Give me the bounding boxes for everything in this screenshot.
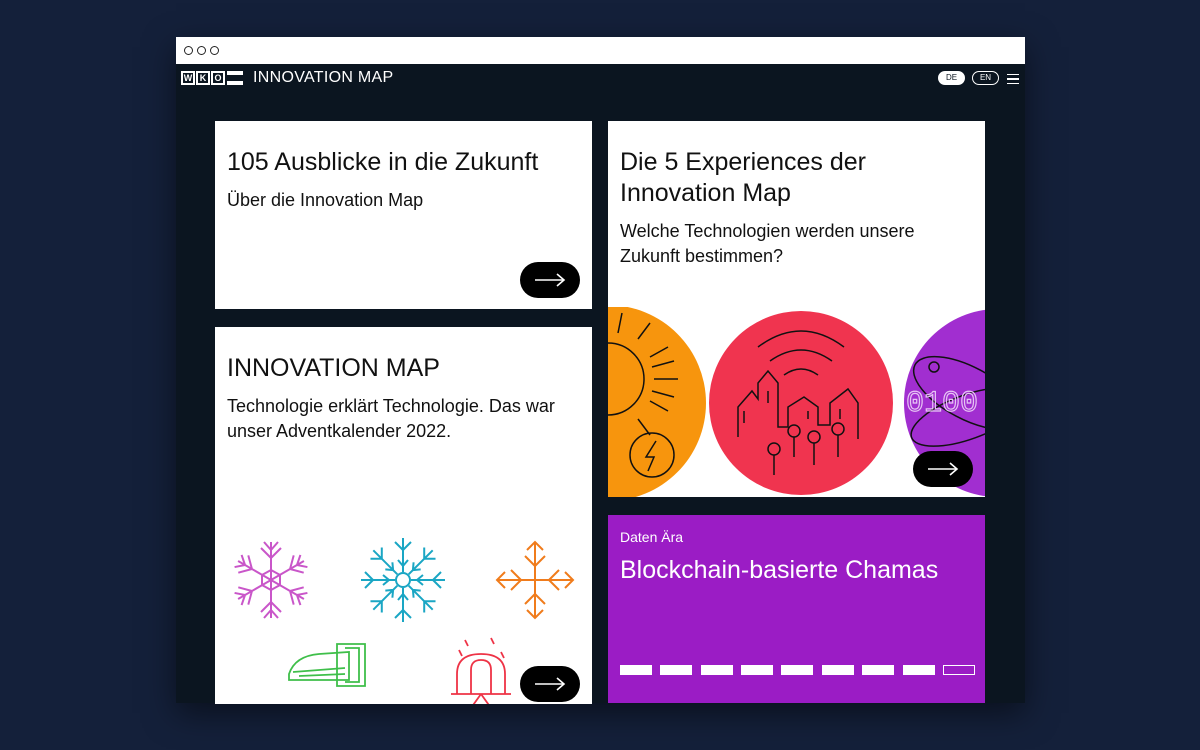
experiences-title: Die 5 Experiences der Innovation Map — [620, 148, 866, 207]
window-dot-icon[interactable] — [184, 46, 193, 55]
browser-window: W K O INNOVATION MAP DE EN 105 Ausblicke… — [176, 37, 1025, 704]
binary-text: 0100 — [906, 387, 978, 421]
slide-indicator[interactable] — [660, 665, 692, 675]
advent-arrow-button[interactable] — [520, 666, 580, 702]
lang-en-button[interactable]: EN — [972, 71, 999, 85]
experiences-card[interactable]: Die 5 Experiences der Innovation Map Wel… — [608, 121, 985, 497]
observatory-icon — [451, 637, 511, 704]
about-text: Über die Innovation Map — [227, 190, 424, 210]
site-title[interactable]: INNOVATION MAP — [253, 69, 394, 87]
menu-icon[interactable] — [1007, 74, 1019, 84]
arrow-right-icon — [535, 273, 566, 287]
slide-indicator[interactable] — [701, 665, 733, 675]
snowflake-icon — [496, 540, 574, 619]
browser-titlebar — [176, 37, 1025, 64]
logo-bars — [227, 71, 243, 85]
slide-indicator[interactable] — [822, 665, 854, 675]
logo-letter: K — [196, 71, 210, 85]
slide-indicator[interactable] — [903, 665, 935, 675]
window-dot-icon[interactable] — [210, 46, 219, 55]
snowflake-icon — [232, 541, 310, 619]
about-card[interactable]: 105 Ausblicke in die Zukunft Über die In… — [215, 121, 592, 309]
window-dot-icon[interactable] — [197, 46, 206, 55]
experiences-arrow-button[interactable] — [913, 451, 973, 487]
arrow-right-icon — [928, 462, 959, 476]
advent-card[interactable]: INNOVATION MAP Technologie erklärt Techn… — [215, 327, 592, 704]
advent-title: INNOVATION MAP — [227, 354, 440, 382]
slide-indicator[interactable] — [862, 665, 894, 675]
logo-letter: O — [211, 71, 225, 85]
snowflake-icon — [360, 538, 446, 623]
advent-text: Technologie erklärt Technologie. Das war… — [227, 396, 555, 441]
slide-indicator[interactable] — [620, 665, 652, 675]
about-arrow-button[interactable] — [520, 262, 580, 298]
site-header: W K O INNOVATION MAP DE EN — [176, 64, 1025, 94]
slide-indicator[interactable] — [741, 665, 773, 675]
about-title: 105 Ausblicke in die Zukunft — [227, 148, 539, 176]
arrow-right-icon — [535, 677, 566, 691]
slide-indicator-active[interactable] — [943, 665, 975, 675]
city-icon — [709, 311, 893, 495]
lang-de-button[interactable]: DE — [938, 71, 965, 85]
wko-logo[interactable]: W K O — [181, 71, 243, 85]
feature-kicker: Daten Ära — [620, 529, 684, 545]
feature-card[interactable]: Daten Ära Blockchain-basierte Chamas — [608, 515, 985, 703]
feature-title: Blockchain-basierte Chamas — [620, 556, 939, 584]
logo-letter: W — [181, 71, 195, 85]
slide-indicator[interactable] — [781, 665, 813, 675]
sun-icon — [608, 307, 706, 497]
train-icon — [288, 643, 366, 687]
experiences-text: Welche Technologien werden unsere Zukunf… — [620, 221, 915, 266]
